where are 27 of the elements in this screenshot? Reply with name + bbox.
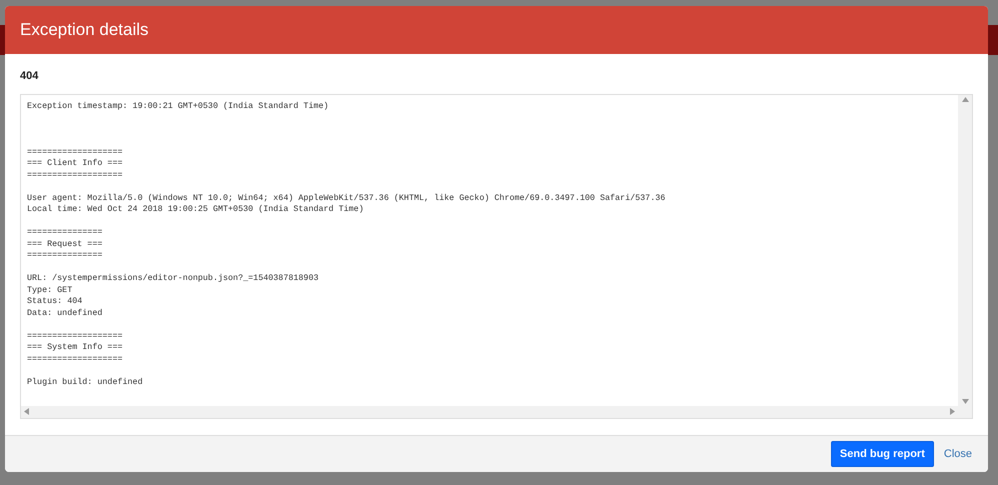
log-line: =================== [27,146,122,158]
log-line: =================== [27,330,122,342]
scroll-left-icon[interactable] [24,408,29,416]
log-line: Exception timestamp: 19:00:21 GMT+0530 (India Standard Time) [27,100,329,112]
vertical-scrollbar[interactable] [958,94,972,406]
log-line: Type: GET [27,284,72,296]
log-line: =============== [27,227,102,239]
send-bug-report-button[interactable]: Send bug report [830,440,934,468]
log-line: Plugin build: undefined [27,376,143,388]
log-line: Local time: Wed Oct 24 2018 19:00:25 GMT+0530 (India Standard Time) [27,204,364,216]
close-link[interactable]: Close [944,446,972,462]
error-code: 404 [20,69,40,84]
log-line: Data: undefined [27,308,102,320]
log-line: User agent: Mozilla/5.0 (Windows NT 10.0; Win64; x64) AppleWebKit/537.36 (KHTML, like Gecko) Chrome/69.0.3497.100 Safari/537.36 [27,192,666,204]
log-line: === Client Info === [27,158,122,170]
log-textarea[interactable] [20,94,973,419]
log-line: =================== [27,354,122,366]
horizontal-scrollbar[interactable] [21,406,958,418]
log-line: === System Info === [27,342,122,354]
dialog-title: Exception details [20,19,149,42]
scroll-right-icon[interactable] [950,408,955,416]
log-line: === Request === [27,238,102,250]
log-line: URL: /systempermissions/editor-nonpub.json?_=1540387818903 [27,273,318,285]
log-line: =================== [27,170,122,182]
scroll-up-icon[interactable] [962,96,968,102]
log-line: =============== [27,250,102,262]
log-line: Status: 404 [27,296,82,308]
